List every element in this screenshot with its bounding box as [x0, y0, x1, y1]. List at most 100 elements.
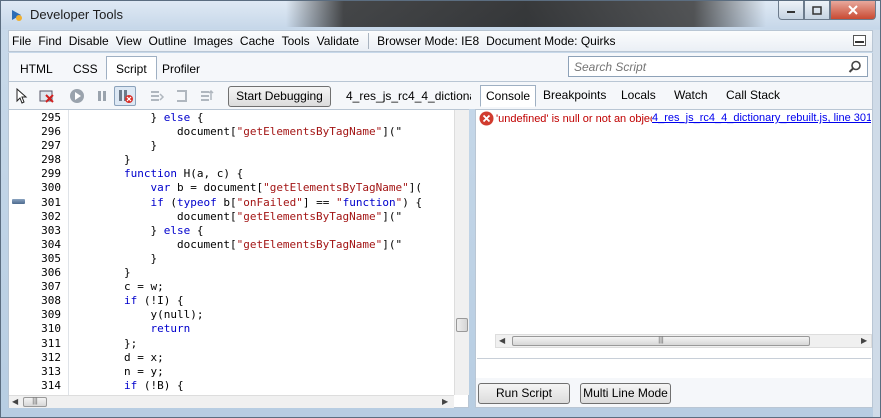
line-number[interactable]: 314	[9, 379, 69, 393]
run-script-button[interactable]: Run Script	[478, 383, 570, 404]
line-number[interactable]: 313	[9, 365, 69, 379]
console-output[interactable]: 'undefined' is null or not an object 4_r…	[476, 110, 872, 333]
pause-icon[interactable]	[94, 88, 110, 104]
subtab-watch[interactable]: Watch	[674, 88, 708, 102]
window-controls	[778, 1, 876, 21]
script-toolbar: Start Debugging 4_res_js_rc4_4_dictionar…	[8, 82, 873, 109]
script-source-pane[interactable]: 295 296 297 298 299 300 301 302 303 304 305 306 307 3…	[8, 109, 469, 408]
step-into-icon[interactable]	[149, 88, 165, 104]
line-number[interactable]: 307	[9, 280, 69, 294]
menu-file[interactable]: File	[9, 34, 34, 48]
console-scroll-left-icon[interactable]: ◀	[499, 336, 505, 345]
code-line: y(null);	[71, 308, 204, 322]
code-line: if (!I) {	[123, 294, 184, 308]
line-number[interactable]: 303	[9, 224, 69, 238]
code-line: if (!B) {	[123, 378, 184, 392]
code-line: document["getElementsByTagName"]("	[71, 125, 403, 139]
subtab-breakpoints[interactable]: Breakpoints	[543, 88, 606, 102]
menu-find[interactable]: Find	[35, 34, 64, 48]
line-number[interactable]: 305	[9, 252, 69, 266]
subtab-console[interactable]: Console	[480, 85, 537, 107]
menu-images[interactable]: Images	[191, 34, 236, 48]
line-number[interactable]: 299	[9, 167, 69, 181]
menu-view[interactable]: View	[113, 34, 145, 48]
multi-line-mode-button[interactable]: Multi Line Mode	[580, 383, 671, 404]
line-number[interactable]: 306	[9, 266, 69, 280]
ie-devtools-icon	[12, 10, 22, 21]
line-number-gutter[interactable]: 295 296 297 298 299 300 301 302 303 304 305 306 307 3…	[9, 110, 69, 406]
tab-css[interactable]: CSS	[64, 57, 107, 81]
step-over-icon[interactable]	[174, 88, 190, 104]
break-on-error-button[interactable]	[114, 86, 136, 106]
step-out-icon[interactable]	[199, 88, 215, 104]
line-number[interactable]: 304	[9, 238, 69, 252]
title-bar: Developer Tools	[1, 1, 880, 29]
code-line: }	[71, 266, 131, 280]
line-numbers: 295 296 297 298 299 300 301 302 303 304 305 306 307 3…	[9, 111, 69, 407]
select-element-icon[interactable]	[14, 88, 30, 104]
error-source-link[interactable]: 4_res_js_rc4_4_dictionary_rebuilt.js, li…	[652, 112, 871, 124]
maximize-button[interactable]	[804, 1, 830, 20]
tab-script[interactable]: Script	[106, 56, 157, 80]
start-debugging-button[interactable]: Start Debugging	[228, 86, 331, 107]
unpin-icon[interactable]	[853, 35, 866, 46]
close-button[interactable]	[830, 1, 876, 20]
menu-tools[interactable]: Tools	[279, 34, 313, 48]
clear-browser-cache-icon[interactable]	[39, 88, 55, 104]
line-number[interactable]: 309	[9, 308, 69, 322]
console-input[interactable]	[477, 358, 871, 376]
break-on-error-icon	[119, 90, 133, 103]
breakpoint-marker[interactable]	[12, 199, 25, 204]
menu-disable[interactable]: Disable	[66, 34, 112, 48]
console-error-row[interactable]: 'undefined' is null or not an object 4_r…	[479, 111, 871, 127]
console-horizontal-scrollbar[interactable]: ◀ ||| ▶	[495, 334, 872, 348]
line-number[interactable]: 312	[9, 351, 69, 365]
console-button-bar: Run Script Multi Line Mode	[476, 378, 872, 407]
code-line: d = x;	[71, 350, 164, 364]
code-line: }	[71, 251, 158, 265]
source-code[interactable]: } else { document["getElementsByTagName"…	[71, 111, 453, 395]
code-line: }	[71, 139, 158, 153]
menu-outline[interactable]: Outline	[146, 34, 190, 48]
error-message: 'undefined' is null or not an object	[496, 113, 659, 125]
minimize-button[interactable]	[778, 1, 804, 20]
line-number[interactable]: 297	[9, 139, 69, 153]
menu-validate[interactable]: Validate	[314, 34, 362, 48]
menu-cache[interactable]: Cache	[237, 34, 278, 48]
vertical-scroll-thumb[interactable]	[456, 318, 468, 332]
line-number[interactable]: 308	[9, 294, 69, 308]
line-number[interactable]: 296	[9, 125, 69, 139]
document-mode-menu[interactable]: Document Mode: Quirks	[483, 34, 618, 48]
subtab-call-stack[interactable]: Call Stack	[726, 88, 780, 102]
tab-profiler[interactable]: Profiler	[153, 57, 209, 81]
search-input[interactable]	[569, 57, 839, 76]
console-scroll-right-icon[interactable]: ▶	[861, 336, 867, 345]
continue-icon[interactable]	[69, 88, 85, 104]
code-line: } else {	[71, 223, 204, 237]
code-line: } else {	[71, 111, 204, 124]
console-scroll-thumb[interactable]: |||	[512, 336, 810, 346]
scroll-left-arrow-icon[interactable]: ◀	[12, 397, 18, 406]
background-strip	[286, 1, 766, 27]
tab-html[interactable]: HTML	[11, 57, 62, 81]
vertical-scrollbar[interactable]	[454, 110, 469, 395]
line-number[interactable]: 295	[9, 111, 69, 125]
horizontal-scroll-thumb[interactable]: |||	[23, 397, 47, 407]
line-number[interactable]: 298	[9, 153, 69, 167]
subtab-locals[interactable]: Locals	[621, 88, 656, 102]
line-number[interactable]: 310	[9, 322, 69, 336]
menu-bar: File Find Disable View Outline Images Ca…	[8, 30, 873, 52]
line-number[interactable]: 311	[9, 337, 69, 351]
code-line: if (typeof b["onFailed"] == "function") …	[150, 195, 423, 209]
search-icon[interactable]	[848, 60, 862, 74]
horizontal-scrollbar[interactable]: ◀ ||| ▶	[9, 395, 454, 408]
maximize-icon	[812, 5, 822, 15]
browser-mode-menu[interactable]: Browser Mode: IE8	[374, 34, 482, 48]
code-line: return	[150, 322, 191, 336]
line-number[interactable]: 300	[9, 181, 69, 195]
developer-tools-window: Developer Tools File Find Disable View O…	[0, 0, 881, 418]
script-file-selector[interactable]: 4_res_js_rc4_4_dictionary_rebuilt.js	[346, 89, 471, 103]
scroll-right-arrow-icon[interactable]: ▶	[442, 397, 448, 406]
close-icon	[848, 5, 858, 15]
line-number[interactable]: 302	[9, 210, 69, 224]
